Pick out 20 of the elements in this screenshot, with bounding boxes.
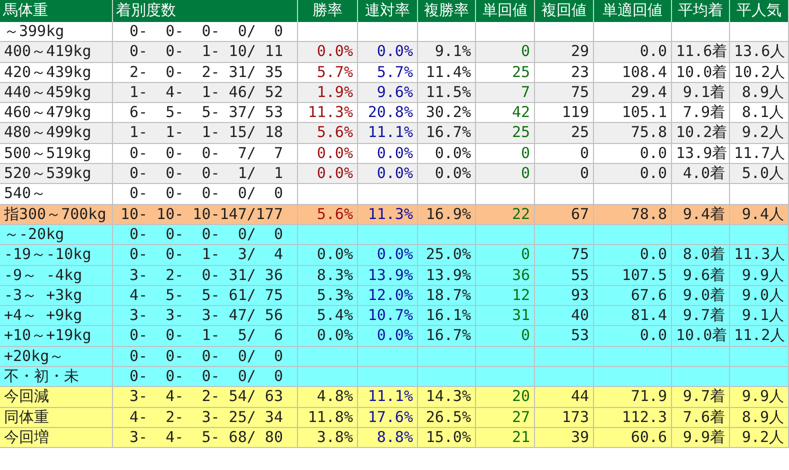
table-cell: 15.0% [418,428,476,448]
column-header: 単適回値 [594,0,672,23]
row-label: 今回増 [0,428,113,448]
column-header: 馬体重 [0,0,113,23]
table-cell: 60.6 [594,428,672,448]
table-cell: 3- 4- 5- 68/ 80 [113,428,298,448]
column-header: 平均着 [672,0,730,23]
table-cell: 9.9着 [672,428,730,448]
column-header: 複回値 [535,0,594,23]
table-cell: 21 [476,428,535,448]
column-header: 平人気 [730,0,789,23]
column-header: 複勝率 [418,0,476,23]
column-header: 単回値 [476,0,535,23]
column-header: 連対率 [358,0,418,23]
table-cell: 9.2人 [730,428,789,448]
column-header: 勝率 [298,0,358,23]
table-cell: 8.8% [358,428,418,448]
table-cell: 3.8% [298,428,358,448]
table-cell: 39 [535,428,594,448]
column-header: 着別度数 [113,0,298,23]
